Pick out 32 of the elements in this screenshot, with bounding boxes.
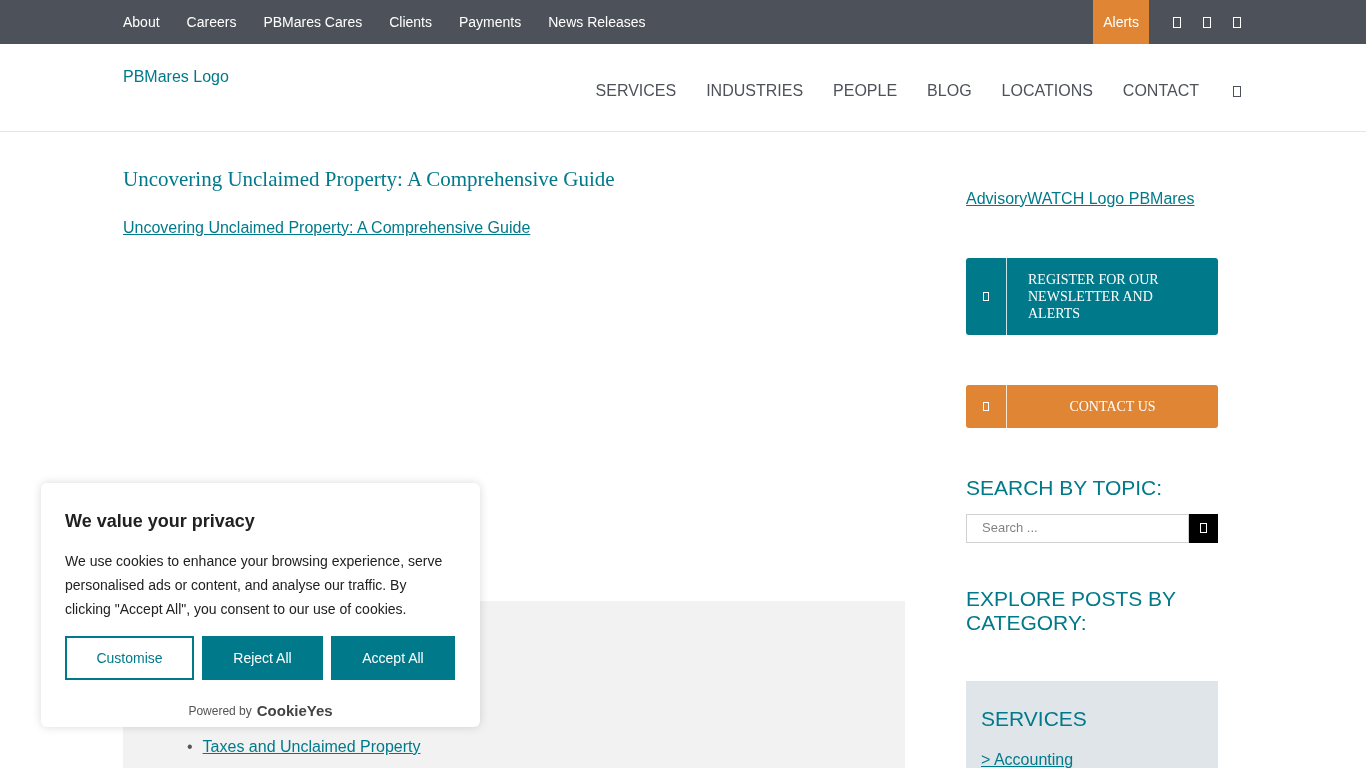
banner-title: We value your privacy (65, 510, 256, 533)
section-heading: EXPLORE POSTS BY CATEGORY: (966, 586, 1177, 635)
cookie-button[interactable]: Customise (65, 636, 194, 680)
search-button[interactable] (1189, 513, 1218, 543)
nav-link[interactable]: SERVICES (595, 79, 677, 103)
brand-wordmark: CookieYes (256, 701, 333, 721)
search-field[interactable]: Search ... (966, 513, 1189, 543)
panel-title: SERVICES (981, 705, 1088, 732)
top-nav-link[interactable]: PBMares Cares (263, 11, 363, 33)
cookie-button[interactable]: Accept All (331, 636, 455, 680)
top-nav-link[interactable]: About (123, 11, 160, 33)
cookie-button[interactable]: Reject All (202, 636, 323, 680)
top-nav-link[interactable]: Clients (389, 11, 432, 33)
image-alt-link[interactable]: Uncovering Unclaimed Property: A Comprehensive Guide (123, 218, 531, 236)
logo-alt-link[interactable]: AdvisoryWATCH Logo PBMares (966, 187, 1218, 211)
nav-link[interactable]: CONTACT (1122, 79, 1199, 103)
logo-alt-text: PBMares Logo (123, 67, 229, 87)
top-nav-link[interactable]: Careers (186, 11, 237, 33)
top-nav-link[interactable]: Payments (459, 11, 522, 33)
nav-link[interactable]: INDUSTRIES (706, 79, 804, 103)
contents-link[interactable]: Taxes and Unclaimed Property (202, 735, 421, 758)
sidebar-button[interactable]: REGISTER FOR OUR NEWSLETTER AND ALERTS (966, 258, 1218, 335)
nav-link[interactable]: BLOG (927, 79, 972, 103)
section-heading: SEARCH BY TOPIC: (966, 475, 1164, 501)
nav-link[interactable]: LOCATIONS (1001, 79, 1093, 103)
banner-text: We use cookies to enhance your browsing experience, serve personalised ads or content, and analyse our traffic. By clicking "Accept All", you consent to our use of cookies. (65, 552, 444, 619)
nav-link[interactable]: PEOPLE (833, 79, 898, 103)
category-link[interactable]: > Accounting (981, 748, 1203, 768)
bullet-mark: • (187, 736, 193, 757)
powered-by-text: Powered by (188, 703, 252, 721)
article-title: Uncovering Unclaimed Property: A Comprehensive Guide (123, 166, 616, 193)
top-nav-link[interactable]: News Releases (548, 11, 646, 33)
